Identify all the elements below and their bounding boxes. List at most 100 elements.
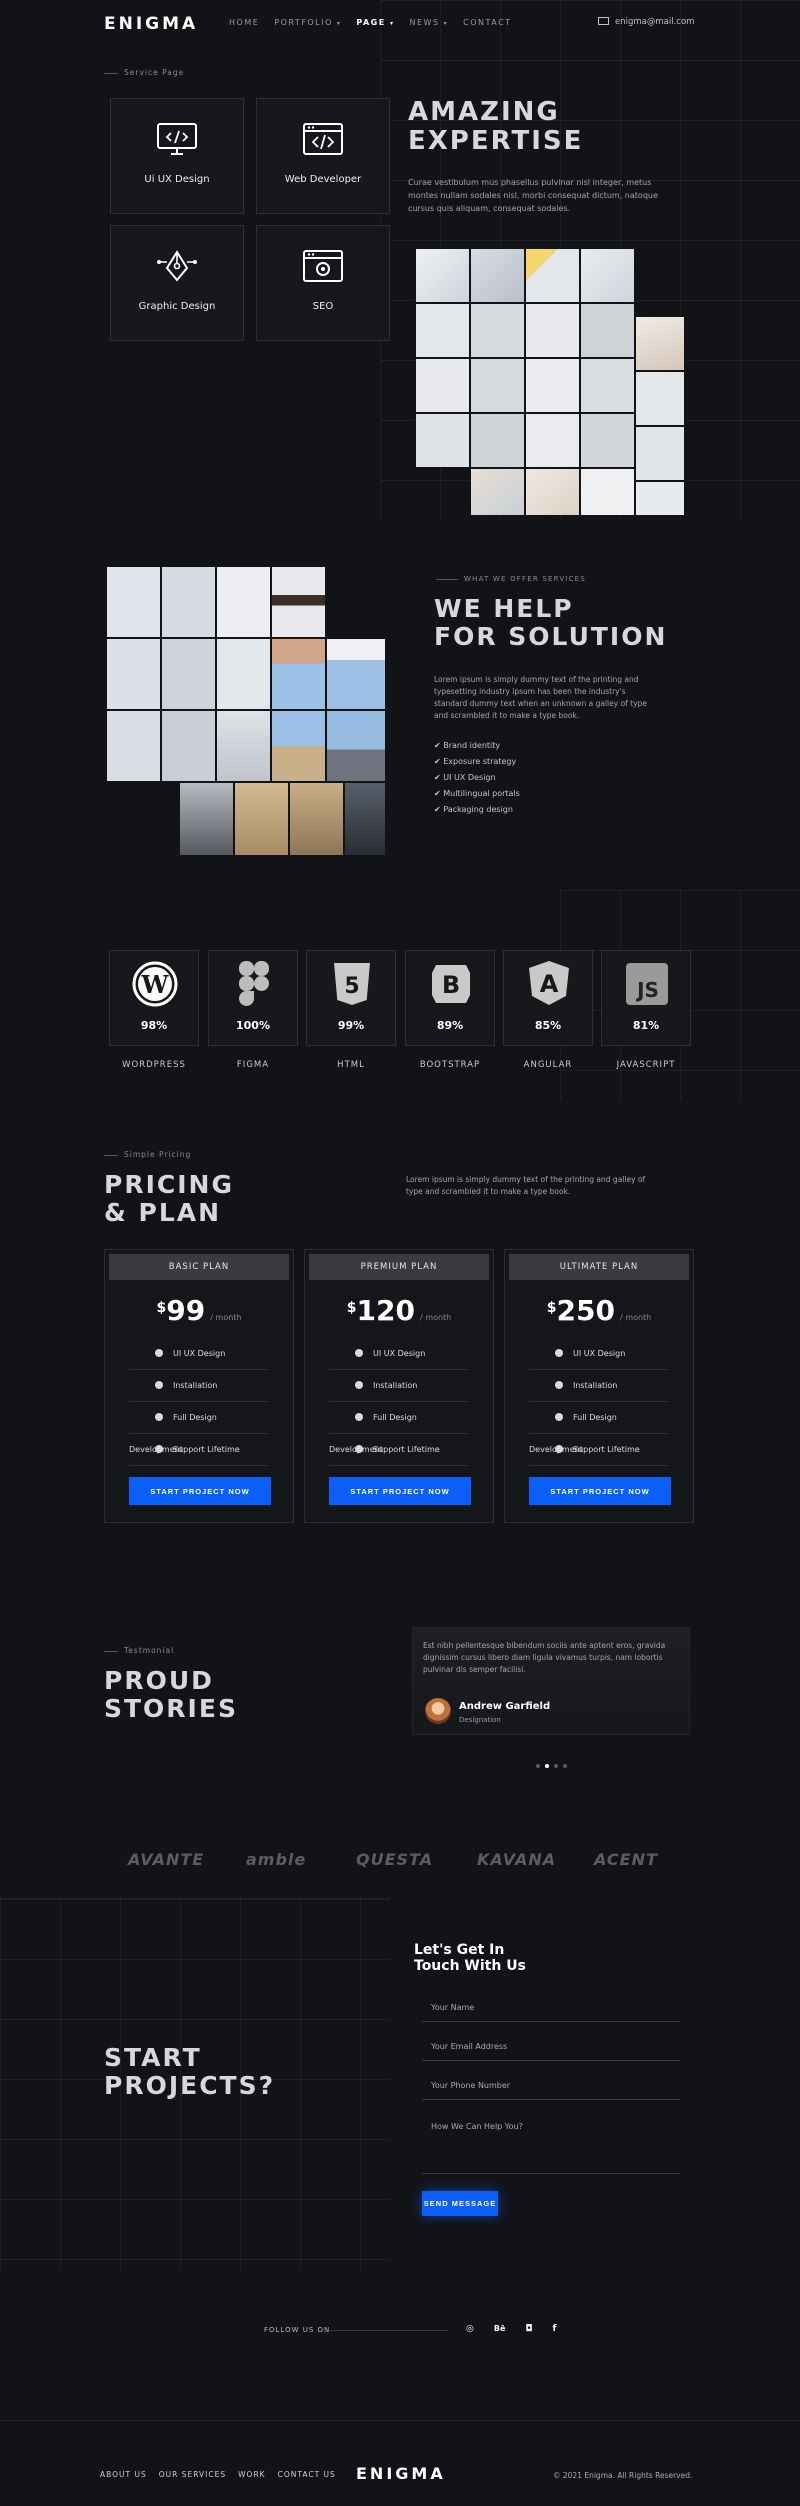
testimonial-quote: Est nibh pellentesque bibendum sociis an…	[423, 1641, 666, 1674]
service-card-web[interactable]: Web Developer	[256, 98, 390, 214]
office-person-image	[106, 566, 396, 856]
plan-price: $250 / month	[546, 1294, 652, 1327]
social-divider	[330, 2330, 448, 2331]
plan-card-premium: PREMIUM PLAN $120 / month UI UX Design I…	[304, 1249, 494, 1523]
skill-html[interactable]: 5 99%	[306, 950, 396, 1046]
service-card-graphic[interactable]: Graphic Design	[110, 225, 244, 341]
footer-logo[interactable]: ENIGMA	[356, 2464, 446, 2483]
instagram-icon[interactable]: ◘	[525, 2324, 532, 2334]
skill-figma[interactable]: 100%	[208, 950, 298, 1046]
testimonial-title: PROUD STORIES	[104, 1667, 238, 1722]
footer-link-services[interactable]: OUR SERVICES	[159, 2470, 226, 2479]
envelope-icon	[598, 17, 609, 25]
skill-name: BOOTSTRAP	[419, 1060, 481, 1070]
nav-news[interactable]: NEWS ▾	[410, 18, 449, 27]
skill-percent: 99%	[337, 1019, 365, 1032]
partner-logo: QUESTA	[356, 1850, 434, 1869]
form-title-line1: Let's Get In	[414, 1942, 505, 1958]
checklist-item: ✔ Multilingual portals	[434, 789, 520, 798]
carousel-dot[interactable]	[563, 1764, 567, 1768]
behance-icon[interactable]: Bē	[494, 2324, 506, 2334]
testimonial-title-line1: PROUD	[104, 1666, 214, 1695]
plan-price: $120 / month	[346, 1294, 452, 1327]
bullet-icon	[155, 1349, 163, 1357]
carousel-dot-active[interactable]	[545, 1764, 549, 1768]
copyright: © 2021 Enigma. All Rights Reserved.	[553, 2471, 693, 2480]
carousel-dot[interactable]	[536, 1764, 540, 1768]
nav-portfolio[interactable]: PORTFOLIO ▾	[274, 18, 341, 27]
start-project-button[interactable]: START PROJECT NOW	[129, 1477, 271, 1505]
bullet-icon	[155, 1413, 163, 1421]
footer-link-contact[interactable]: CONTACT US	[278, 2470, 336, 2479]
angular-icon: A	[529, 961, 569, 1005]
dribbble-icon[interactable]: ◎	[466, 2324, 474, 2334]
nav-contact[interactable]: CONTACT	[463, 18, 511, 27]
plan-price: $99 / month	[156, 1294, 242, 1327]
phone-field[interactable]: Your Phone Number	[422, 2081, 680, 2100]
main-nav: HOME PORTFOLIO ▾ PAGE ▾ NEWS ▾ CONTACT	[229, 18, 512, 27]
services-title: AMAZING EXPERTISE	[408, 98, 583, 155]
check-icon: ✔	[434, 773, 444, 782]
bullet-icon	[355, 1381, 363, 1389]
skill-javascript[interactable]: JS 81%	[601, 950, 691, 1046]
service-label: SEO	[312, 301, 334, 312]
footer-link-about[interactable]: ABOUT US	[100, 2470, 147, 2479]
javascript-icon: JS	[626, 963, 668, 1005]
skill-wordpress[interactable]: W 98%	[109, 950, 199, 1046]
plan-feature: Full Design Development	[129, 1402, 269, 1454]
pricing-eyebrow: Simple Pricing	[104, 1150, 191, 1159]
start-project-button[interactable]: START PROJECT NOW	[329, 1477, 471, 1505]
name-field[interactable]: Your Name	[422, 2003, 680, 2022]
nav-home[interactable]: HOME	[229, 18, 259, 27]
check-icon: ✔	[434, 757, 444, 766]
social-icons: ◎ Bē ◘ f	[466, 2324, 556, 2334]
solutions-description: Lorem ipsum is simply dummy text of the …	[434, 675, 647, 720]
contact-title-line2: PROJECTS?	[104, 2070, 276, 2100]
email-field[interactable]: Your Email Address	[422, 2042, 680, 2061]
message-field[interactable]: How We Can Help You?	[422, 2122, 680, 2174]
plan-feature: Full Design Development	[329, 1402, 469, 1454]
wireframe-sketch-image	[415, 248, 685, 516]
testimonial-eyebrow: Testmonial	[104, 1646, 174, 1655]
partner-logo: amble	[246, 1850, 307, 1869]
bullet-icon	[155, 1381, 163, 1389]
service-card-uiux[interactable]: Ui UX Design	[110, 98, 244, 214]
service-card-seo[interactable]: SEO	[256, 225, 390, 341]
pricing-description: Lorem ipsum is simply dummy text of the …	[406, 1175, 646, 1196]
footer-link-work[interactable]: WORK	[238, 2470, 265, 2479]
carousel-dot[interactable]	[554, 1764, 558, 1768]
avatar	[425, 1698, 451, 1724]
chevron-down-icon: ▾	[390, 20, 395, 27]
svg-text:5: 5	[344, 974, 359, 999]
header-email[interactable]: enigma@mail.com	[598, 17, 694, 27]
facebook-icon[interactable]: f	[553, 2324, 557, 2334]
bullet-icon	[555, 1349, 563, 1357]
partner-logo: AVANTE	[128, 1850, 205, 1869]
checklist-item: ✔ Exposure strategy	[434, 757, 517, 766]
testimonial-title-line2: STORIES	[104, 1693, 238, 1723]
skill-angular[interactable]: A 85%	[503, 950, 593, 1046]
plan-name: BASIC PLAN	[109, 1254, 289, 1280]
pen-tool-icon	[157, 250, 197, 282]
skill-percent: 89%	[436, 1019, 464, 1032]
plan-feature: UI UX Design	[329, 1338, 469, 1370]
skill-name: FIGMA	[236, 1060, 270, 1070]
check-icon: ✔	[434, 741, 444, 750]
plan-feature: Installation	[129, 1370, 269, 1402]
skill-bootstrap[interactable]: B 89%	[405, 950, 495, 1046]
nav-page[interactable]: PAGE ▾	[356, 18, 394, 27]
plan-feature: Installation	[529, 1370, 669, 1402]
partner-logo: ACENT	[594, 1850, 658, 1869]
footer-divider	[0, 2420, 800, 2421]
start-project-button[interactable]: START PROJECT NOW	[529, 1477, 671, 1505]
header-logo[interactable]: ENIGMA	[104, 14, 198, 34]
send-message-button[interactable]: SEND MESSAGE	[422, 2191, 498, 2216]
chevron-down-icon: ▾	[336, 20, 342, 27]
carousel-dots	[536, 1764, 567, 1768]
plan-feature: Support Lifetime	[329, 1434, 469, 1466]
testimonial-author: Andrew Garfield	[459, 1701, 551, 1712]
testimonial-role: Designation	[459, 1716, 501, 1724]
skill-percent: 98%	[140, 1019, 168, 1032]
plan-feature: UI UX Design	[129, 1338, 269, 1370]
service-label: Web Developer	[284, 174, 362, 185]
